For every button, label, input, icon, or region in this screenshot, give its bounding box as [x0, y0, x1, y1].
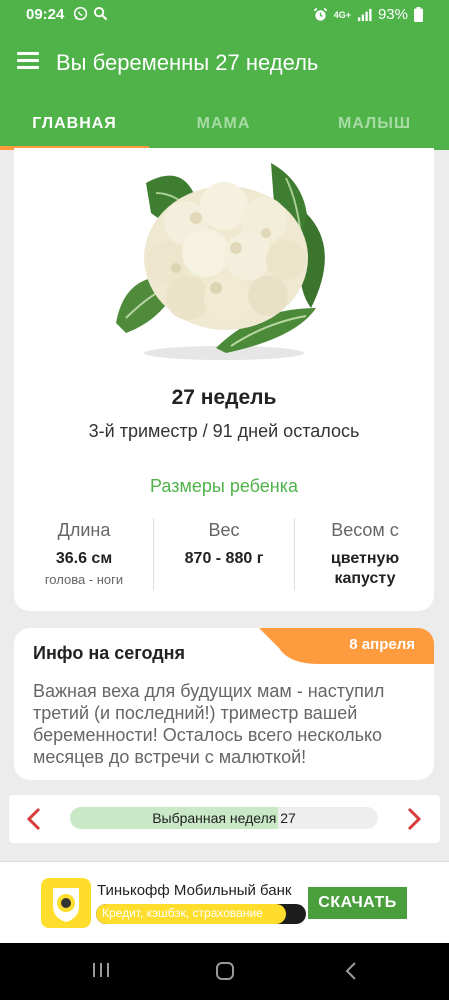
system-nav-bar	[0, 943, 449, 1000]
info-text: Важная веха для будущих мам - наступил т…	[33, 681, 385, 767]
home-icon[interactable]	[215, 961, 235, 981]
tab-home[interactable]: ГЛАВНАЯ	[0, 98, 149, 150]
baby-sizes-title: Размеры ребенка	[150, 476, 298, 496]
page-title: Вы беременны 27 недель	[56, 50, 319, 75]
week-selector: Выбранная неделя 27	[9, 795, 440, 843]
chevron-right-icon[interactable]	[399, 805, 427, 833]
length-metric: Длина 36.6 см голова - ноги	[44, 520, 124, 587]
info-card: Инфо на сегодня 8 апреля Важная веха для…	[14, 628, 434, 780]
bank-logo-icon	[41, 878, 91, 928]
signal-icon	[357, 8, 372, 22]
battery-level: 93%	[377, 6, 408, 23]
status-time: 09:24	[26, 6, 65, 23]
chevron-left-icon[interactable]	[21, 805, 49, 833]
search-icon	[93, 6, 108, 21]
trimester-subtitle: 3-й триместр / 91 дней осталось	[88, 421, 360, 441]
info-title: Инфо на сегодня	[33, 643, 186, 663]
tab-bar: ГЛАВНАЯ МАМА МАЛЫШ	[0, 98, 449, 150]
back-icon[interactable]	[344, 961, 358, 981]
download-button[interactable]: СКАЧАТЬ	[308, 887, 407, 919]
ad-banner[interactable]: Тинькофф Мобильный банк Кредит, кэшбэк, …	[0, 861, 449, 943]
network-type: 4G+	[333, 9, 351, 20]
app-bar: Вы беременны 27 недель	[0, 30, 449, 98]
battery-icon	[414, 7, 423, 22]
size-comparison-metric: Весом с цветную капусту	[330, 520, 400, 587]
status-bar: 09:24 4G+ 93%	[0, 0, 449, 30]
ad-title: Тинькофф Мобильный банк	[97, 882, 292, 899]
whatsapp-icon	[73, 6, 88, 21]
tab-mom[interactable]: МАМА	[149, 98, 298, 150]
week-title: 27 недель	[171, 386, 277, 409]
date-badge: 8 апреля	[259, 628, 434, 664]
ad-tagline: Кредит, кэшбэк, страхование	[96, 904, 306, 924]
week-card: 27 недель 3-й триместр / 91 дней осталос…	[14, 148, 434, 611]
alarm-icon	[313, 7, 327, 21]
menu-icon[interactable]	[17, 52, 39, 70]
tab-baby[interactable]: МАЛЫШ	[300, 98, 449, 150]
weight-metric: Вес 870 - 880 г	[184, 520, 264, 567]
recent-apps-icon[interactable]	[91, 961, 111, 979]
selected-week-label: Выбранная неделя 27	[152, 810, 296, 826]
cauliflower-image	[116, 163, 325, 360]
week-progress-bar: Выбранная неделя 27	[70, 807, 378, 829]
